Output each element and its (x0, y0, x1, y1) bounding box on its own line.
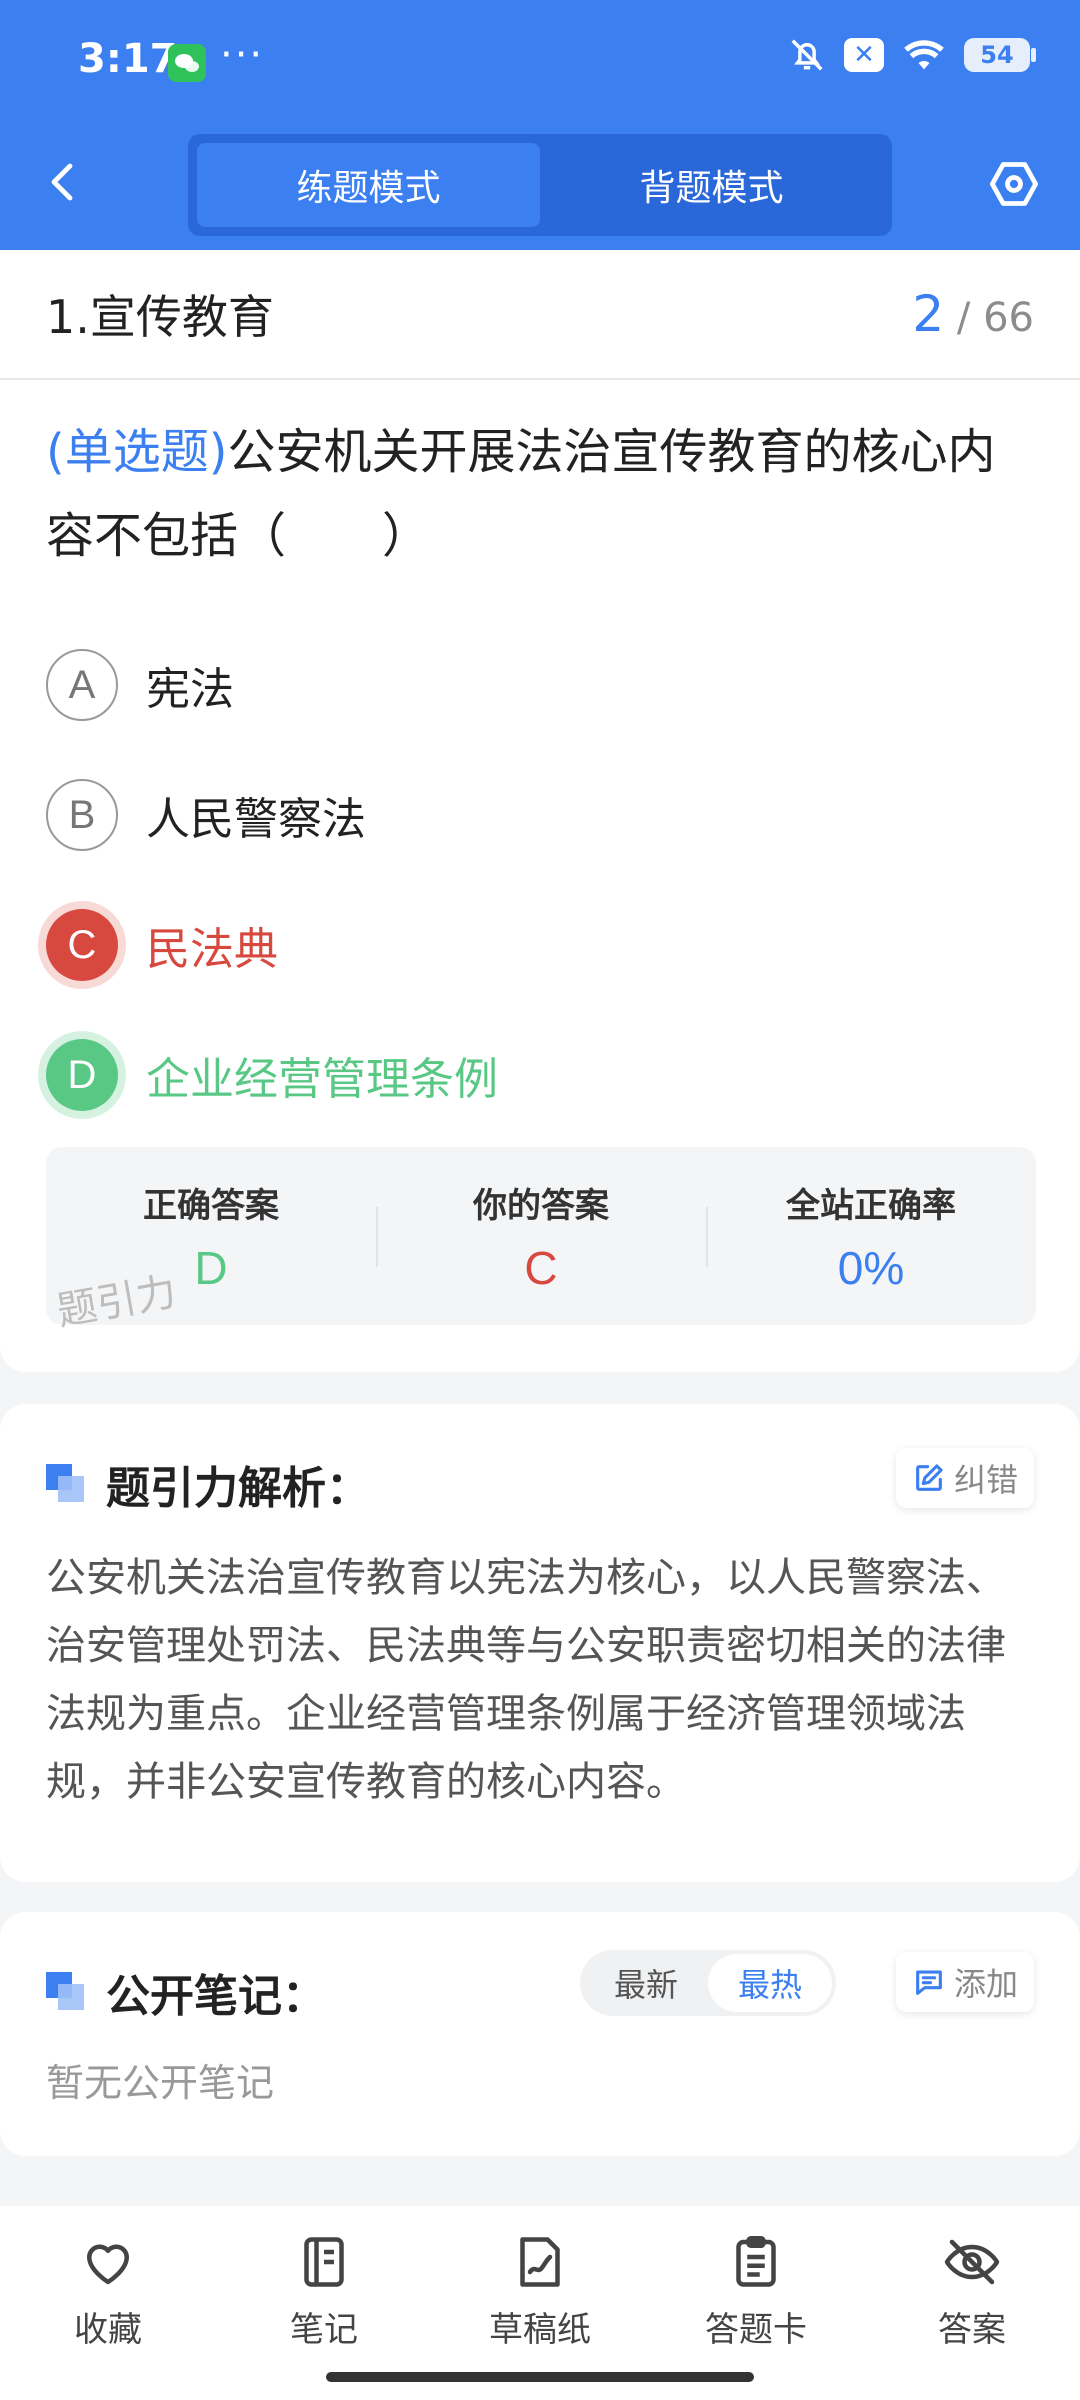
question-header: 1.宣传教育 2 / 66 (0, 250, 1080, 380)
settings-icon[interactable] (988, 158, 1040, 210)
accuracy-rate-value: 0% (837, 1241, 905, 1294)
status-time: 3:17 (78, 36, 178, 82)
options-list: A 宪法 B 人民警察法 C 民法典 D 企业经营管理条例 (46, 620, 1036, 1140)
answer-summary: 正确答案 D 题引力 你的答案 C 全站正确率 0% (46, 1147, 1036, 1336)
back-arrow-icon[interactable] (40, 158, 88, 206)
watermark-text: 题引力 (53, 1268, 180, 1336)
analysis-text: 公安机关法治宣传教育以宪法为核心，以人民警察法、治安管理处罚法、民法典等与公安职… (46, 1555, 1006, 1805)
option-c[interactable]: C 民法典 (46, 880, 1036, 1010)
tab-practice-mode[interactable]: 练题模式 (197, 143, 540, 227)
no-notes-message: 暂无公开笔记 (46, 2061, 275, 2105)
current-question-number: 2 (912, 285, 945, 343)
accuracy-rate-label: 全站正确率 (786, 1185, 956, 1226)
comment-icon (916, 1970, 942, 1995)
notes-header: 公开笔记： (46, 1960, 326, 2024)
mode-switch: 练题模式 背题模式 (188, 134, 892, 236)
total-questions: / 66 (956, 295, 1034, 341)
option-letter-badge: A (46, 649, 118, 721)
notes-sort-toggle: 最新 最热 (580, 1950, 836, 2016)
option-d[interactable]: D 企业经营管理条例 (46, 1010, 1036, 1140)
nav-favorite-label: 收藏 (74, 2310, 142, 2350)
correct-answer-label: 正确答案 (143, 1185, 279, 1226)
close-notification-icon: ✕ (844, 38, 884, 72)
nav-answer[interactable]: 答案 (864, 2206, 1080, 2400)
section-title: 1.宣传教育 (46, 290, 274, 344)
analysis-title: 题引力解析： (106, 1463, 370, 1514)
nav-favorite[interactable]: 收藏 (0, 2206, 216, 2400)
draft-paper-icon (520, 2237, 560, 2287)
option-b[interactable]: B 人民警察法 (46, 750, 1036, 880)
analysis-card: 题引力解析： 纠错 公安机关法治宣传教育以宪法为核心，以人民警察法、治安管理处罚… (0, 1404, 1080, 1882)
edit-icon (916, 1464, 943, 1491)
public-notes-card: 公开笔记： 最新 最热 添加 暂无公开笔记 (0, 1912, 1080, 2156)
your-answer-column: 你的答案 C (376, 1147, 706, 1325)
correct-answer-column: 正确答案 D 题引力 (46, 1147, 376, 1336)
heart-icon (87, 2244, 129, 2285)
question-counter[interactable]: 2 / 66 (912, 285, 1034, 343)
notes-title: 公开笔记： (106, 1971, 326, 2022)
home-indicator[interactable] (326, 2372, 754, 2382)
add-note-button[interactable]: 添加 (895, 1952, 1034, 2012)
nav-draft-paper[interactable]: 草稿纸 (432, 2206, 648, 2400)
wifi-icon (904, 40, 944, 70)
question-type: (单选题) (46, 424, 228, 480)
correct-answer-value: D (194, 1241, 228, 1294)
nav-notes[interactable]: 笔记 (216, 2206, 432, 2400)
bottom-toolbar: 收藏 笔记 草稿纸 答题卡 答案 (0, 2206, 1080, 2400)
sort-hottest-option[interactable]: 最热 (708, 1954, 832, 2012)
nav-draft-paper-label: 草稿纸 (489, 2310, 591, 2350)
tab-memorize-mode[interactable]: 背题模式 (540, 143, 883, 227)
option-letter-badge: C (46, 909, 118, 981)
nav-answer-label: 答案 (938, 2310, 1006, 2350)
report-error-label: 纠错 (953, 1461, 1018, 1499)
section-squares-icon (46, 1464, 86, 1504)
option-letter-badge: D (46, 1039, 118, 1111)
section-squares-icon (46, 1972, 86, 2012)
your-answer-value: C (524, 1241, 558, 1294)
analysis-header: 题引力解析： (46, 1452, 370, 1516)
option-label: 民法典 (146, 924, 278, 975)
more-notifications-icon: ··· (220, 32, 265, 78)
mute-bell-icon (791, 39, 823, 71)
question-card: 1.宣传教育 2 / 66 (单选题)公安机关开展法治宣传教育的核心内容不包括（… (0, 250, 1080, 1372)
nav-notes-label: 笔记 (290, 2310, 358, 2350)
option-label: 宪法 (146, 664, 234, 715)
nav-answer-card-label: 答题卡 (705, 2310, 807, 2350)
notebook-icon (304, 2237, 344, 2287)
accuracy-rate-column: 全站正确率 0% (706, 1147, 1036, 1325)
option-label: 企业经营管理条例 (146, 1054, 498, 1105)
answer-card-icon (736, 2236, 776, 2287)
status-bar: 3:17 ··· ✕ 54 (0, 0, 1080, 120)
nav-answer-card[interactable]: 答题卡 (648, 2206, 864, 2400)
question-text-block: (单选题)公安机关开展法治宣传教育的核心内容不包括（ ） (0, 380, 1080, 578)
add-note-label: 添加 (953, 1965, 1018, 2003)
report-error-button[interactable]: 纠错 (895, 1448, 1034, 1508)
top-header: 3:17 ··· ✕ 54 练题模式 背题模式 (0, 0, 1080, 250)
wechat-notification-icon (168, 44, 206, 82)
battery-icon: 54 (964, 38, 1036, 72)
option-letter-badge: B (46, 779, 118, 851)
sort-latest-option[interactable]: 最新 (584, 1954, 708, 2012)
your-answer-label: 你的答案 (473, 1185, 609, 1226)
eye-off-icon (944, 2239, 1000, 2285)
option-a[interactable]: A 宪法 (46, 620, 1036, 750)
option-label: 人民警察法 (146, 794, 366, 845)
